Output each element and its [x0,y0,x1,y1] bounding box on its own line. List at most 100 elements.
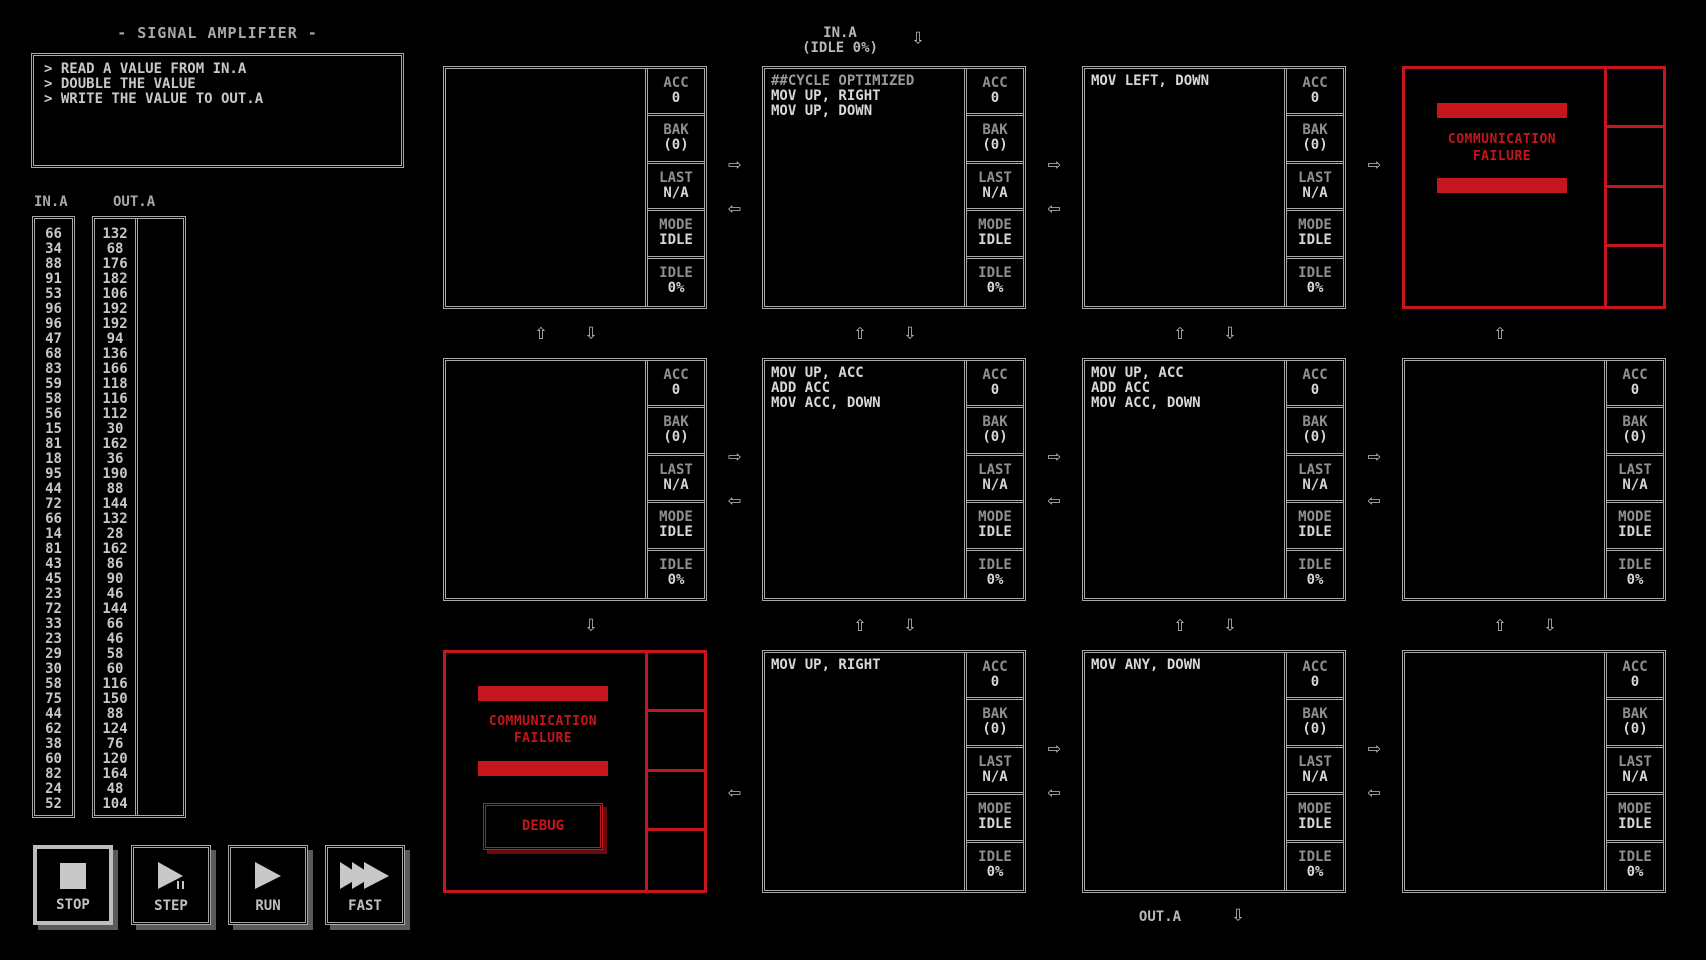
register-name: LAST [1618,461,1652,478]
run-label: RUN [255,898,281,914]
stream-value: 83 [45,361,62,377]
register-acc: ACC 0 [1287,653,1343,701]
description-line: > READ A VALUE FROM IN.A [44,61,247,77]
stream-value: 52 [45,796,62,812]
stream-value: 88 [45,256,62,272]
register-value: 0% [667,571,685,588]
code-editor[interactable] [446,69,645,306]
register-value: IDLE [1618,524,1652,541]
stream-value: 18 [45,451,62,467]
code-editor[interactable]: MOV LEFT, DOWN [1085,69,1284,306]
code-editor[interactable] [446,361,645,598]
register-name: IDLE [978,264,1012,281]
failed-register-slot [1607,188,1663,247]
step-button[interactable]: STEP [131,845,211,925]
out-actual-values [141,219,183,815]
register-name: MODE [659,217,693,234]
register-last: LAST N/A [967,164,1023,212]
failed-register-slot [1607,69,1663,129]
register-name: MODE [1298,217,1332,234]
code-line: MOV UP, DOWN [771,103,873,119]
register-value: (0) [663,429,689,446]
input-name: IN.A [823,25,857,41]
code-line: MOV UP, RIGHT [771,88,881,104]
stream-value: 30 [45,661,62,677]
register-value: 0 [990,674,1000,690]
stop-button[interactable]: STOP [33,845,113,925]
debug-button[interactable]: DEBUG [483,803,603,850]
register-column: ACC 0 BAK (0) LAST N/A MODE IDLE IDLE 0% [1284,69,1343,306]
register-name: MODE [1618,801,1652,818]
stream-value: 88 [106,481,124,497]
register-value: 0 [990,90,1000,106]
run-button[interactable]: RUN [228,845,308,925]
register-value: IDLE [1298,232,1332,249]
stream-value: 124 [102,721,128,737]
arrow-left-icon: ⇦ [1047,488,1061,513]
register-mode: MODE IDLE [967,503,1023,551]
code-editor[interactable]: MOV UP, RIGHT [765,653,964,890]
register-name: LAST [1298,169,1332,186]
puzzle-description: > READ A VALUE FROM IN.A > DOUBLE THE VA… [31,53,404,168]
code-editor[interactable] [1405,361,1604,598]
register-value: (0) [1622,721,1648,738]
arrow-down-icon: ⇩ [584,611,598,637]
code-editor[interactable]: MOV UP, ACC ADD ACC MOV ACC, DOWN [1085,361,1284,598]
stream-value: 72 [45,496,62,512]
compute-node: ACC 0 BAK (0) LAST N/A MODE IDLE IDLE 0% [443,66,707,309]
arrow-left-icon: ⇦ [1367,780,1381,805]
stream-value: 90 [106,571,124,587]
stream-value: 58 [45,676,62,692]
register-value: (0) [1302,137,1328,154]
stream-value: 144 [102,601,128,617]
stream-value: 62 [45,721,62,737]
compute-node: ACC 0 BAK (0) LAST N/A MODE IDLE IDLE 0% [1402,358,1666,601]
register-name: MODE [978,509,1012,526]
code-editor[interactable] [1405,653,1604,890]
compute-node: ##CYCLE OPTIMIZED MOV UP, RIGHT MOV UP, DO… [762,66,1026,309]
register-column: ACC 0 BAK (0) LAST N/A MODE IDLE IDLE 0% [1284,653,1343,890]
register-name: ACC [1302,75,1328,91]
run-icon [255,862,281,889]
register-acc: ACC 0 [967,361,1023,409]
stream-value: 136 [102,346,128,362]
register-bak: BAK (0) [1287,700,1343,748]
arrow-down-icon: ⇩ [1223,319,1237,345]
stream-value: 150 [102,691,128,707]
register-name: BAK [663,414,689,431]
code-editor[interactable]: MOV ANY, DOWN [1085,653,1284,890]
compute-node: ACC 0 BAK (0) LAST N/A MODE IDLE IDLE 0% [443,358,707,601]
register-idle: IDLE 0% [967,551,1023,598]
register-name: LAST [1618,753,1652,770]
register-value: N/A [1622,768,1648,785]
stream-value: 68 [45,346,62,362]
description-line: > WRITE THE VALUE TO OUT.A [44,91,264,107]
stream-value: 81 [45,541,62,557]
arrow-left-icon: ⇦ [1047,196,1061,221]
failure-line: FAILURE [1472,149,1532,164]
stream-value: 59 [45,376,62,392]
register-value: 0% [1626,571,1644,588]
compute-node: ACC 0 BAK (0) LAST N/A MODE IDLE IDLE 0% [1402,650,1666,893]
register-mode: MODE IDLE [1607,503,1663,551]
register-bak: BAK (0) [648,116,704,164]
register-value: N/A [982,768,1008,785]
failure-line: COMMUNICATION [1447,132,1557,147]
failure-bar [1437,178,1567,193]
code-editor[interactable]: MOV UP, ACC ADD ACC MOV ACC, DOWN [765,361,964,598]
register-name: BAK [1622,706,1648,723]
register-last: LAST N/A [1287,456,1343,504]
failure-line: COMMUNICATION [488,714,598,729]
arrow-left-icon: ⇦ [727,196,742,221]
fast-button[interactable]: FAST [325,845,405,925]
code-editor[interactable]: ##CYCLE OPTIMIZED MOV UP, RIGHT MOV UP, DO… [765,69,964,306]
register-value: 0 [1310,382,1320,398]
register-mode: MODE IDLE [1287,211,1343,259]
stream-value: 95 [45,466,62,482]
stream-value: 132 [102,226,128,242]
arrow-down-icon: ⇩ [911,25,925,50]
register-value: N/A [1302,184,1328,201]
stream-value: 96 [45,316,62,332]
failure-line: FAILURE [513,731,573,746]
register-column: ACC 0 BAK (0) LAST N/A MODE IDLE IDLE 0% [1604,653,1663,890]
